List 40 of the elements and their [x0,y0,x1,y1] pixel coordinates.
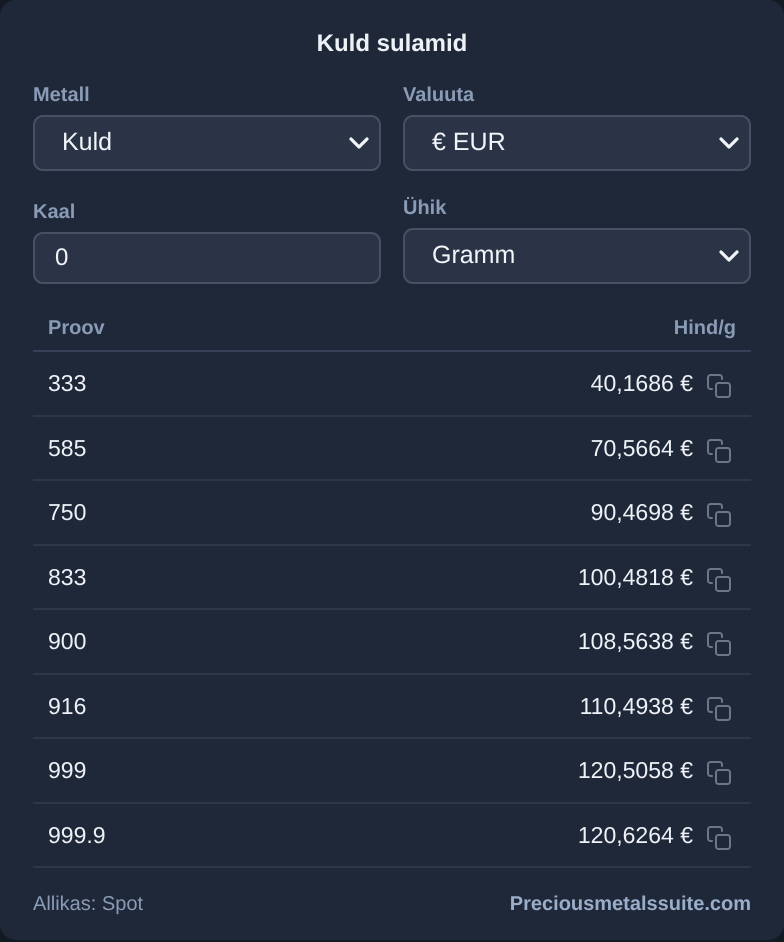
price-cell-text: 120,5058 € [578,756,693,785]
price-cell-text: 40,1686 € [590,369,693,398]
copy-icon[interactable] [707,761,731,786]
field-label: Kaal [33,200,76,224]
dropdown[interactable]: Gramm [403,228,751,284]
source-text: Allikas: Spot [33,892,144,917]
purity-cell-text: 833 [48,562,86,592]
purity-cell-text: 750 [48,498,86,527]
purity-cell-text: 585 [48,434,86,462]
column-header: Hind/g [674,316,736,341]
price-cell-text: 120,6264 € [578,820,693,850]
price-cell-text: 70,5664 € [590,434,693,462]
dropdown[interactable]: Kuld [33,115,381,171]
copy-icon[interactable] [707,568,731,592]
copy-icon[interactable] [707,438,731,463]
price-cell-text: 90,4698 € [590,498,693,527]
copy-icon[interactable] [707,826,731,850]
field-label: Ühik [403,196,446,220]
price-cell-text: 110,4938 € [580,692,693,720]
input-field[interactable]: 0 [33,232,381,284]
card-title: Kuld sulamid [316,29,468,59]
chevron-down-icon [719,137,739,149]
copy-icon[interactable] [707,503,731,528]
chevron-down-icon [349,137,369,149]
website-link[interactable]: Preciousmetalssuite.com [510,889,751,919]
column-header: Proov [48,316,105,341]
purity-cell-text: 999 [48,756,86,785]
copy-icon[interactable] [707,632,731,656]
field-label: Valuuta [403,83,474,107]
purity-cell-text: 333 [48,369,86,398]
purity-cell-text: 900 [48,627,86,656]
purity-cell-text: 999.9 [48,820,106,850]
chevron-down-icon [719,250,739,262]
copy-icon[interactable] [707,374,731,398]
price-cell-text: 100,4818 € [578,562,693,592]
field-label: Metall [33,83,90,107]
dropdown[interactable]: € EUR [403,115,751,171]
copy-icon[interactable] [707,696,731,721]
price-cell-text: 108,5638 € [578,627,693,656]
purity-cell-text: 916 [48,692,86,720]
